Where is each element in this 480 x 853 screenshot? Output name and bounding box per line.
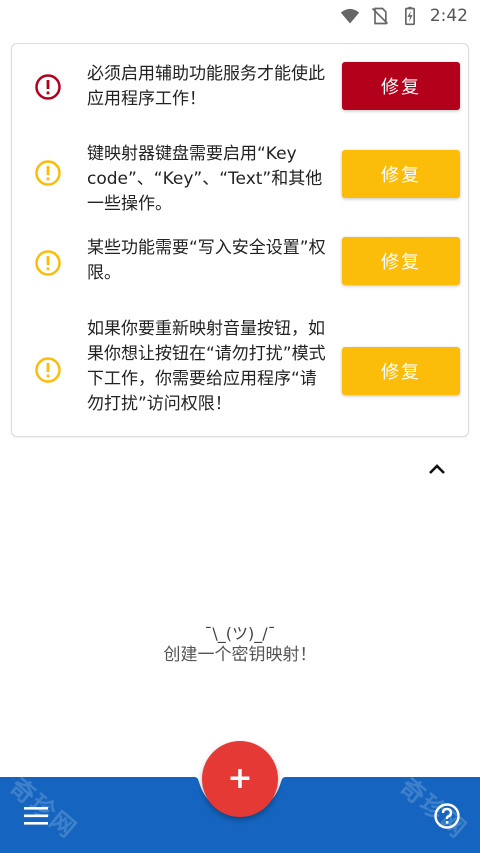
fix-dnd-button[interactable]: 修复 xyxy=(342,347,460,395)
alert-row-secure-settings: 某些功能需要“写入安全设置”权限。 修复 xyxy=(12,237,468,290)
empty-state-text: 创建一个密钥映射！ xyxy=(163,645,317,665)
battery-icon xyxy=(404,6,415,26)
alert-message: 某些功能需要“写入安全设置”权限。 xyxy=(87,238,326,283)
warning-icon xyxy=(35,357,61,383)
chevron-up-icon[interactable] xyxy=(426,458,448,480)
alert-message: 键映射器键盘需要启用“Key code”、“Key”、“Text”和其他一些操作… xyxy=(87,144,323,214)
help-icon[interactable] xyxy=(433,802,461,830)
fix-accessibility-button[interactable]: 修复 xyxy=(342,62,460,110)
no-sim-icon xyxy=(371,7,388,25)
app-screen: 2:42 必须启用辅助功能服务才能使此应用程序工作！ 修复 键映射器键盘需要启用… xyxy=(0,0,480,853)
clock: 2:42 xyxy=(429,6,468,26)
alert-row-keyboard: 键映射器键盘需要启用“Key code”、“Key”、“Text”和其他一些操作… xyxy=(12,142,468,218)
fix-keyboard-button[interactable]: 修复 xyxy=(342,150,460,198)
status-bar: 2:42 xyxy=(0,0,480,32)
warning-icon xyxy=(35,250,61,276)
alert-message: 必须启用辅助功能服务才能使此应用程序工作！ xyxy=(87,64,325,109)
add-keymap-button[interactable]: + xyxy=(202,741,278,817)
alert-message: 如果你要重新映射音量按钮，如果你想让按钮在“请勿打扰”模式下工作，你需要给应用程… xyxy=(87,319,326,414)
error-icon xyxy=(35,74,61,100)
plus-icon: + xyxy=(227,761,253,796)
warning-icon xyxy=(35,160,61,186)
menu-icon[interactable] xyxy=(24,805,52,827)
fix-problems-card: 必须启用辅助功能服务才能使此应用程序工作！ 修复 键映射器键盘需要启用“Key … xyxy=(11,43,469,437)
wifi-icon xyxy=(340,8,359,24)
alert-row-accessibility: 必须启用辅助功能服务才能使此应用程序工作！ 修复 xyxy=(12,62,468,112)
fix-secure-settings-button[interactable]: 修复 xyxy=(342,237,460,285)
alert-row-dnd: 如果你要重新映射音量按钮，如果你想让按钮在“请勿打扰”模式下工作，你需要给应用程… xyxy=(12,314,468,424)
